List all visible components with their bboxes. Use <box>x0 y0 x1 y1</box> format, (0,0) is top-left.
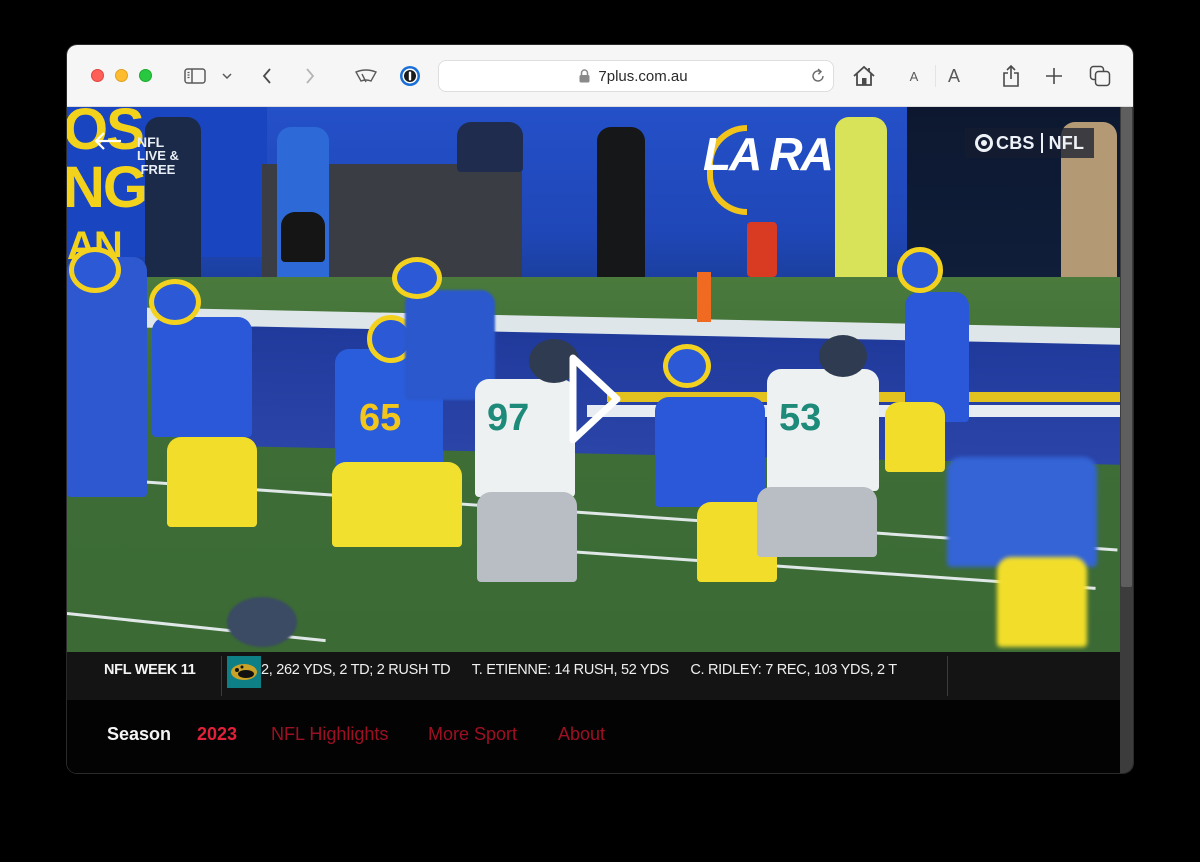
sidebar-icon <box>184 68 206 84</box>
jersey-number: 53 <box>779 397 822 439</box>
address-bar[interactable]: 7plus.com.au <box>438 60 834 92</box>
ticker-item: 2, 262 YDS, 2 TD; 2 RUSH TD <box>261 662 451 678</box>
play-button[interactable] <box>565 352 625 451</box>
chevron-left-icon <box>262 68 271 84</box>
cbs-text: CBS <box>996 132 1035 153</box>
video-player[interactable]: OS NG AN LA RA 65 97 53 NFL LIVE & FREE … <box>67 107 1120 652</box>
player-seahawks-pants <box>477 492 577 582</box>
jersey-number: 65 <box>359 397 402 439</box>
reload-button[interactable] <box>809 67 827 90</box>
ticker-item: C. RIDLEY: 7 REC, 103 YDS, 2 T <box>690 662 897 678</box>
extension-wiper-button[interactable] <box>354 63 378 89</box>
nav-item-2023[interactable]: 2023 <box>197 724 237 745</box>
arrow-left-icon <box>94 132 121 150</box>
player-helmet <box>69 247 121 293</box>
back-to-previous-button[interactable] <box>93 131 123 156</box>
player-rams-pants <box>997 557 1087 647</box>
decrease-text-size-button[interactable]: A <box>907 63 921 89</box>
badge-line-1: NFL <box>137 134 165 150</box>
browser-toolbar: 7plus.com.au A A <box>67 45 1133 107</box>
zoom-window-button[interactable] <box>139 69 152 82</box>
player-rams-pants <box>885 402 945 472</box>
pylon <box>697 272 711 322</box>
player-helmet <box>897 247 943 293</box>
jersey-number: 97 <box>487 397 530 439</box>
reload-icon <box>812 68 824 82</box>
forward-button[interactable] <box>302 63 318 89</box>
password-manager-button[interactable] <box>398 63 422 89</box>
nav-item-about[interactable]: About <box>558 724 605 745</box>
password-manager-icon <box>400 66 420 86</box>
ticker-divider <box>221 656 222 696</box>
player-rams <box>655 397 765 507</box>
plus-icon <box>1046 68 1062 84</box>
ticker-item: T. ETIENNE: 14 RUSH, 52 YDS <box>471 662 669 678</box>
back-button[interactable] <box>259 63 275 89</box>
home-button[interactable] <box>851 63 877 89</box>
toolbar-divider <box>935 65 936 87</box>
player-helmet <box>392 257 442 299</box>
home-icon <box>853 65 875 86</box>
minimize-window-button[interactable] <box>115 69 128 82</box>
show-nav: Season 2023 NFL Highlights More Sport Ab… <box>67 700 1120 773</box>
cbs-eye-icon <box>975 134 993 152</box>
lock-icon <box>579 69 590 83</box>
sideline-person-vest <box>835 117 887 287</box>
sideline-person <box>457 122 523 172</box>
cbs-nfl-broadcast-bug: CBS NFL <box>965 128 1095 158</box>
nav-item-more-sport[interactable]: More Sport <box>428 724 517 745</box>
player-rams-pants <box>167 437 257 527</box>
page-content: OS NG AN LA RA 65 97 53 NFL LIVE & FREE … <box>67 107 1120 773</box>
scrollbar-thumb[interactable] <box>1121 107 1132 587</box>
badge-line-3: FREE <box>140 162 176 177</box>
score-ticker: NFL WEEK 11 2, 262 YDS, 2 TD; 2 RUSH TD … <box>67 652 1120 700</box>
jaguars-logo-icon <box>227 656 261 688</box>
sideline-person <box>597 127 645 287</box>
player-rams <box>67 257 147 497</box>
sidebar-toggle-button[interactable] <box>183 63 207 89</box>
player-seahawks-pants <box>757 487 877 557</box>
ticker-items: 2, 262 YDS, 2 TD; 2 RUSH TD T. ETIENNE: … <box>261 652 947 688</box>
player-helmet <box>663 344 711 388</box>
new-tab-button[interactable] <box>1044 63 1064 89</box>
sideline-person-shorts <box>281 212 325 262</box>
player-rams <box>947 457 1097 567</box>
rams-wall-sign: LA RA <box>703 128 834 180</box>
nav-item-nfl-highlights[interactable]: NFL Highlights <box>271 724 388 745</box>
sideline-person <box>277 127 329 287</box>
season-label: Season <box>107 724 172 744</box>
windshield-wiper-icon <box>355 69 377 83</box>
vertical-scrollbar[interactable] <box>1120 107 1133 773</box>
badge-line-2: LIVE & <box>137 148 179 163</box>
play-icon <box>569 354 621 444</box>
share-icon <box>1003 64 1019 87</box>
tab-overview-button[interactable] <box>1088 63 1112 89</box>
chevron-down-icon <box>222 73 232 79</box>
browser-window: 7plus.com.au A A OS NG AN LA RA 65 97 53… <box>67 45 1133 773</box>
tab-group-menu-button[interactable] <box>220 63 234 89</box>
url-text: 7plus.com.au <box>598 67 688 85</box>
player-rams <box>152 317 252 437</box>
player-rams-pants <box>332 462 462 547</box>
nfl-live-free-badge: NFL LIVE & FREE <box>137 135 179 177</box>
ticker-label: NFL WEEK 11 <box>104 662 196 678</box>
player-helmet <box>819 335 867 377</box>
bug-separator <box>1040 133 1043 153</box>
tabs-overview-icon <box>1089 65 1111 87</box>
red-cooler <box>747 222 777 277</box>
close-window-button[interactable] <box>91 69 104 82</box>
player-helmet <box>149 279 201 325</box>
share-button[interactable] <box>1001 63 1021 89</box>
chevron-right-icon <box>306 68 315 84</box>
player-helmet <box>227 597 297 647</box>
nfl-text: NFL <box>1048 132 1085 153</box>
increase-text-size-button[interactable]: A <box>945 63 963 89</box>
ticker-divider <box>947 656 948 696</box>
